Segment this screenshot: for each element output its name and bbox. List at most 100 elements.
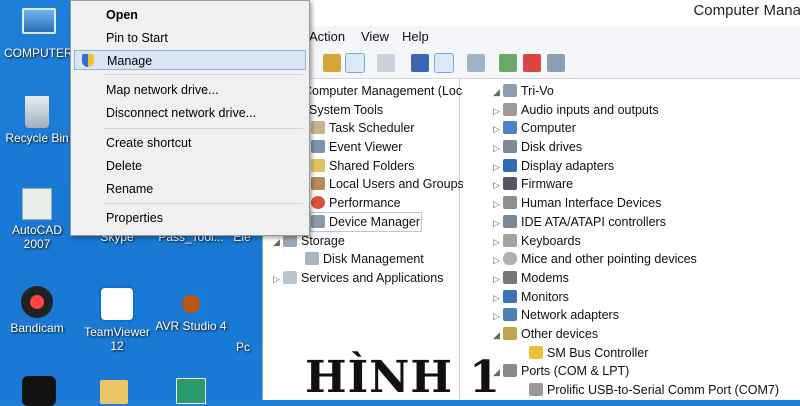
unknown-device-icon [503,327,517,340]
menu-item-pin-to-start[interactable]: Pin to Start [74,28,306,48]
expand-arrow-icon[interactable]: ▷ [493,251,503,269]
menu-item-disconnect-network-drive[interactable]: Disconnect network drive... [74,103,306,123]
menu-item-manage[interactable]: Manage [74,50,306,70]
show-hide-tree-icon[interactable] [345,53,365,73]
tree-item-performance[interactable]: Performance [311,194,401,212]
device-category[interactable]: ▷ Human Interface Devices [493,194,661,212]
device-category[interactable]: ▷ Keyboards [493,232,581,250]
device-category[interactable]: ▷ Computer [493,119,576,137]
tree-item-task-scheduler[interactable]: Task Scheduler [311,119,414,137]
device-item[interactable]: Prolific USB-to-Serial Comm Port (COM7) [529,381,779,399]
expand-arrow-icon[interactable]: ▷ [493,120,503,138]
collapse-arrow-icon[interactable]: ◢ [493,83,503,101]
ide-controller-icon [503,215,517,228]
uninstall-device-icon[interactable] [523,54,541,72]
clock-icon [311,121,325,134]
modem-icon [503,271,517,284]
device-category[interactable]: ◢ Ports (COM & LPT) [493,362,629,380]
avr-studio-icon [178,286,204,316]
tree-item-local-users[interactable]: Local Users and Groups [311,175,464,193]
users-icon [311,177,325,190]
desktop-icon-autocad[interactable]: AutoCAD 2007 [0,188,76,251]
device-category[interactable]: ▷ Mice and other pointing devices [493,250,697,268]
tree-item-event-viewer[interactable]: Event Viewer [311,138,402,156]
warning-icon [529,346,543,359]
tree-item-services-applications[interactable]: ▷ Services and Applications [273,269,443,287]
device-label: SM Bus Controller [547,346,649,360]
blackberry-icon[interactable] [22,376,56,406]
desktop-icon-avr-studio[interactable]: AVR Studio 4 [152,286,230,333]
device-label: Audio inputs and outputs [521,103,659,117]
scan-hardware-icon[interactable] [467,54,485,72]
expand-arrow-icon[interactable]: ▷ [493,307,503,325]
expand-arrow-icon[interactable]: ▷ [493,139,503,157]
menu-item-rename[interactable]: Rename [74,179,306,199]
properties-icon[interactable] [377,54,395,72]
tree-item-computer-management[interactable]: Computer Management (Local [303,82,472,100]
menu-separator [103,74,303,75]
folder-icon[interactable] [100,380,128,404]
tree-item-device-manager[interactable]: Device Manager [310,212,422,232]
tree-item-shared-folders[interactable]: Shared Folders [311,157,414,175]
tree-item-disk-management[interactable]: Disk Management [305,250,424,268]
menu-action[interactable]: Action [309,29,345,44]
tree-item-label: Storage [301,234,345,248]
app-icon[interactable] [176,378,206,404]
desktop-icon-recycle-bin[interactable]: Recycle Bin [0,96,76,145]
menu-item-properties[interactable]: Properties [74,208,306,228]
expand-arrow-icon[interactable]: ▷ [493,214,503,232]
menu-separator [103,128,303,129]
menu-item-label: Open [106,8,138,22]
bandicam-icon [21,286,53,318]
menu-item-open[interactable]: Open [74,5,306,25]
enable-device-icon[interactable] [547,54,565,72]
device-label: Disk drives [521,140,583,154]
device-category[interactable]: ▷ Monitors [493,288,569,306]
device-category[interactable]: ▷ Network adapters [493,306,619,324]
update-driver-icon[interactable] [499,54,517,72]
title-bar[interactable]: Computer Mana [263,0,800,26]
device-category[interactable]: ▷ Disk drives [493,138,582,156]
device-item[interactable]: SM Bus Controller [529,344,648,362]
desktop-icon-bandicam[interactable]: Bandicam [0,286,76,335]
menu-item-delete[interactable]: Delete [74,156,306,176]
device-root[interactable]: ◢ Tri-Vo [493,82,554,100]
device-category[interactable]: ▷ IDE ATA/ATAPI controllers [493,213,666,231]
tree-item-system-tools[interactable]: System Tools [309,101,383,119]
tree-item-label: Disk Management [323,252,424,266]
device-category[interactable]: ▷ Firmware [493,175,573,193]
view-icon[interactable] [434,53,454,73]
expand-arrow-icon[interactable]: ▷ [493,270,503,288]
device-category[interactable]: ◢ Other devices [493,325,598,343]
collapse-arrow-icon[interactable]: ◢ [493,326,503,344]
help-icon[interactable] [411,54,429,72]
window-title: Computer Mana [693,2,800,19]
device-label: Mice and other pointing devices [521,252,697,266]
expand-arrow-icon[interactable]: ▷ [493,102,503,120]
expand-arrow-icon[interactable]: ▷ [493,176,503,194]
computer-icon [22,8,56,34]
menu-bar: Action View Help [263,26,800,49]
expand-arrow-icon[interactable]: ▷ [493,289,503,307]
up-folder-icon[interactable] [323,54,341,72]
menu-item-label: Disconnect network drive... [106,106,257,120]
expand-arrow-icon[interactable]: ▷ [493,233,503,251]
device-category[interactable]: ▷ Display adapters [493,157,614,175]
desktop-icon-teamviewer[interactable]: TeamViewer 12 [78,286,156,353]
menu-view[interactable]: View [361,29,389,44]
device-category[interactable]: ▷ Audio inputs and outputs [493,101,659,119]
services-icon [283,271,297,284]
desktop-icon-partial-2[interactable]: Pc [228,340,258,354]
tree-item-label: Local Users and Groups [329,177,464,191]
desktop-icon-computer[interactable]: COMPUTER [0,4,78,60]
figure-caption: HÌNH 1 [305,352,501,403]
expand-arrow-icon[interactable]: ▷ [493,195,503,213]
autocad-icon [22,188,52,220]
menu-item-create-shortcut[interactable]: Create shortcut [74,133,306,153]
device-category[interactable]: ▷ Modems [493,269,569,287]
expand-arrow-icon[interactable]: ▷ [273,270,283,288]
network-adapter-icon [503,308,517,321]
menu-help[interactable]: Help [402,29,429,44]
expand-arrow-icon[interactable]: ▷ [493,158,503,176]
menu-item-map-network-drive[interactable]: Map network drive... [74,80,306,100]
